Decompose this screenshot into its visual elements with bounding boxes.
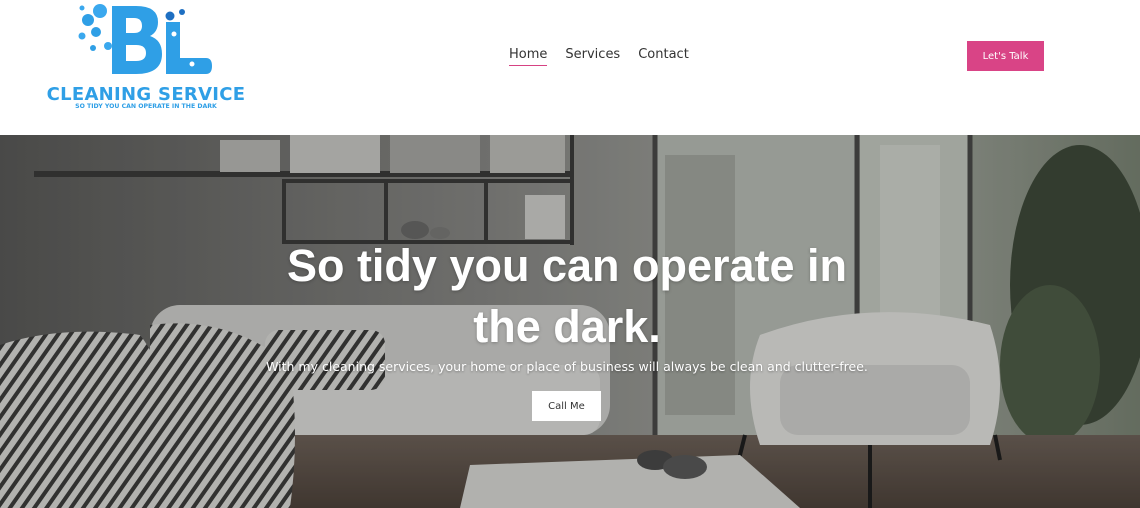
hero-heading: So tidy you can operate in the dark. [270,235,864,357]
nav-item-services[interactable]: Services [565,47,620,66]
nav-item-contact[interactable]: Contact [638,47,689,66]
hero-subheading: With my cleaning services, your home or … [266,359,868,374]
site-header: CLEANING SERVICE SO TIDY YOU CAN OPERATE… [0,0,1140,135]
hero-heading-line-1: So tidy you can operate in [286,240,848,291]
call-me-button[interactable]: Call Me [532,391,601,421]
hero-section: So tidy you can operate in the dark. Wit… [0,135,1140,508]
brand-tagline: SO TIDY YOU CAN OPERATE IN THE DARK [75,103,217,110]
brand-logo[interactable]: CLEANING SERVICE SO TIDY YOU CAN OPERATE… [44,2,248,112]
nav-item-home[interactable]: Home [509,47,548,66]
brand-name: CLEANING SERVICE [46,84,246,105]
main-navigation: Home Services Contact [509,47,689,66]
hero-heading-line-2: the dark. [473,301,661,352]
lets-talk-button[interactable]: Let's Talk [967,41,1044,71]
bl-logo-mark-icon [78,4,212,74]
